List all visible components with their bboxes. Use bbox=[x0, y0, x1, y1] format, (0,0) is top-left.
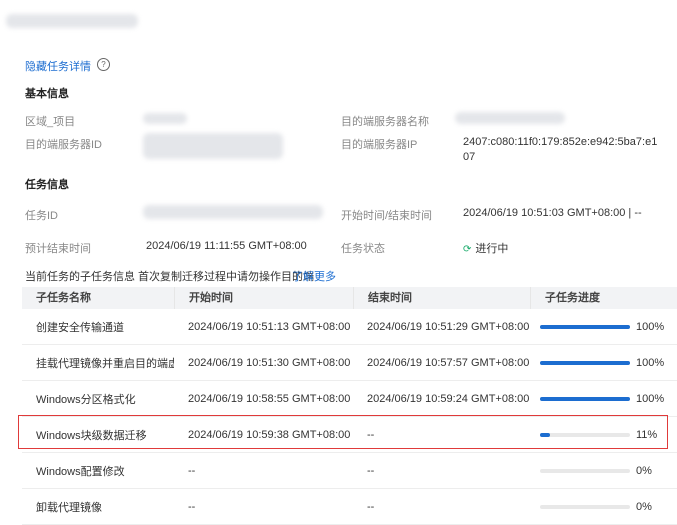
subtask-table: 子任务名称 开始时间 结束时间 子任务进度 创建安全传输通道 2024/06/19… bbox=[22, 287, 677, 525]
progress-bar bbox=[540, 432, 630, 437]
target-server-ip-value: 2407:c080:11f0:179:852e:e942:5ba7:e1 bbox=[463, 136, 658, 148]
region-label: 区域_项目 bbox=[25, 116, 76, 128]
subtask-progress: 11% bbox=[530, 429, 677, 441]
progress-bar-fill bbox=[540, 324, 630, 329]
hide-task-details-link[interactable]: 隐藏任务详情 bbox=[25, 58, 91, 74]
progress-bar-fill bbox=[540, 432, 550, 437]
subtask-end-time: -- bbox=[367, 428, 375, 441]
estimated-end-time-label: 预计结束时间 bbox=[25, 243, 91, 255]
progress-bar bbox=[540, 504, 630, 509]
basic-info-title: 基本信息 bbox=[25, 88, 69, 100]
start-end-time-label: 开始时间/结束时间 bbox=[341, 210, 433, 222]
subtask-start-time: 2024/06/19 10:58:55 GMT+08:00 bbox=[188, 392, 351, 405]
subtask-start-time: -- bbox=[188, 500, 196, 513]
table-header: 子任务名称 开始时间 结束时间 子任务进度 bbox=[22, 287, 677, 309]
subtask-progress: 100% bbox=[530, 357, 677, 369]
subtask-start-time: 2024/06/19 10:51:13 GMT+08:00 bbox=[188, 320, 351, 333]
table-row: Windows块级数据迁移 2024/06/19 10:59:38 GMT+08:… bbox=[22, 417, 677, 453]
subtask-name: Windows块级数据迁移 bbox=[36, 429, 147, 442]
estimated-end-time-value: 2024/06/19 11:11:55 GMT+08:00 bbox=[146, 240, 307, 252]
table-row: 创建安全传输通道 2024/06/19 10:51:13 GMT+08:00 202… bbox=[22, 309, 677, 345]
table-row: 挂载代理镜像并重启目的端虚拟机 2024/06/19 10:51:30 GMT+0… bbox=[22, 345, 677, 381]
target-server-id-label: 目的端服务器ID bbox=[25, 139, 102, 151]
progress-percent: 100% bbox=[636, 392, 665, 405]
progress-percent: 11% bbox=[636, 428, 658, 441]
column-header-progress: 子任务进度 bbox=[530, 287, 677, 309]
progress-percent: 0% bbox=[636, 500, 652, 513]
start-end-time-value: 2024/06/19 10:51:03 GMT+08:00 | -- bbox=[463, 207, 642, 219]
progress-bar bbox=[540, 468, 630, 473]
progress-bar bbox=[540, 360, 630, 365]
redacted-region-value bbox=[143, 113, 187, 124]
subtask-name: Windows配置修改 bbox=[36, 465, 125, 478]
progress-bar bbox=[540, 324, 630, 329]
table-row: 卸载代理镜像 -- -- 0% bbox=[22, 489, 677, 525]
progress-bar bbox=[540, 396, 630, 401]
progress-percent: 100% bbox=[636, 356, 665, 369]
column-header-start: 开始时间 bbox=[174, 287, 353, 309]
progress-percent: 0% bbox=[636, 464, 652, 477]
column-header-name: 子任务名称 bbox=[36, 292, 91, 304]
subtask-name: 挂载代理镜像并重启目的端虚拟机 bbox=[36, 357, 174, 370]
subtask-end-time: 2024/06/19 10:59:24 GMT+08:00 bbox=[367, 392, 530, 405]
sync-icon: ⟳ bbox=[463, 244, 472, 255]
table-row: Windows配置修改 -- -- 0% bbox=[22, 453, 677, 489]
table-body: 创建安全传输通道 2024/06/19 10:51:13 GMT+08:00 202… bbox=[22, 309, 677, 525]
redacted-task-id bbox=[143, 205, 323, 219]
help-icon[interactable]: ? bbox=[97, 58, 110, 71]
subtask-end-time: -- bbox=[367, 500, 375, 513]
subtask-progress: 100% bbox=[530, 393, 677, 405]
progress-bar-fill bbox=[540, 360, 630, 365]
progress-percent: 100% bbox=[636, 320, 665, 333]
column-header-end: 结束时间 bbox=[353, 287, 530, 309]
task-status-value: 进行中 bbox=[475, 243, 509, 255]
target-server-ip-label: 目的端服务器IP bbox=[341, 139, 418, 151]
subtask-progress: 0% bbox=[530, 501, 677, 513]
task-status-label: 任务状态 bbox=[341, 243, 385, 255]
subtask-end-time: -- bbox=[367, 464, 375, 477]
subtask-start-time: -- bbox=[188, 464, 196, 477]
subtask-name: Windows分区格式化 bbox=[36, 393, 136, 406]
subtask-info-text: 当前任务的子任务信息 首次复制迁移过程中请勿操作目的端 bbox=[25, 271, 315, 283]
redacted-page-title bbox=[6, 14, 138, 28]
target-server-name-label: 目的端服务器名称 bbox=[341, 116, 429, 128]
subtask-name: 创建安全传输通道 bbox=[36, 321, 124, 334]
subtask-start-time: 2024/06/19 10:59:38 GMT+08:00 bbox=[188, 428, 351, 441]
target-server-ip-value-line2: 07 bbox=[463, 151, 476, 163]
learn-more-link[interactable]: 了解更多 bbox=[292, 268, 336, 284]
subtask-name: 卸载代理镜像 bbox=[36, 501, 102, 514]
table-row: Windows分区格式化 2024/06/19 10:58:55 GMT+08:0… bbox=[22, 381, 677, 417]
task-id-label: 任务ID bbox=[25, 210, 58, 222]
task-info-title: 任务信息 bbox=[25, 179, 69, 191]
subtask-end-time: 2024/06/19 10:57:57 GMT+08:00 bbox=[367, 356, 530, 369]
subtask-start-time: 2024/06/19 10:51:30 GMT+08:00 bbox=[188, 356, 351, 369]
redacted-target-server-name bbox=[455, 112, 565, 124]
progress-bar-fill bbox=[540, 396, 630, 401]
task-status: ⟳ 进行中 bbox=[463, 240, 508, 256]
subtask-progress: 100% bbox=[530, 321, 677, 333]
subtask-end-time: 2024/06/19 10:51:29 GMT+08:00 bbox=[367, 320, 530, 333]
subtask-progress: 0% bbox=[530, 465, 677, 477]
redacted-target-server-id bbox=[143, 133, 283, 159]
